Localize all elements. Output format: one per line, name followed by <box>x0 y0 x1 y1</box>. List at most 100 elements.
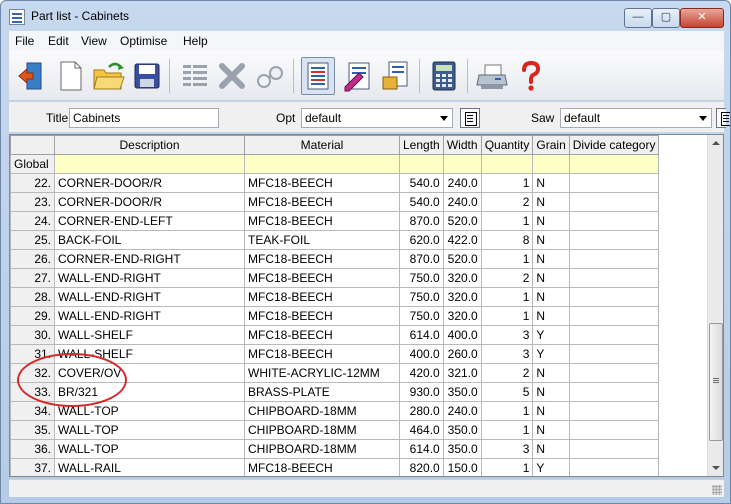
length-cell[interactable]: 870.0 <box>399 211 444 231</box>
material-cell[interactable]: MFC18-BEECH <box>244 249 400 269</box>
table-row[interactable]: 30. WALL-SHELF MFC18-BEECH 614.0 400.0 3 Y <box>10 325 660 345</box>
table-row[interactable]: 25. BACK-FOIL TEAK-FOIL 620.0 422.0 8 N <box>10 230 660 250</box>
quantity-cell[interactable]: 3 <box>480 344 534 364</box>
row-number-cell[interactable]: 23. <box>10 192 55 212</box>
row-number-cell[interactable]: 36. <box>10 439 55 459</box>
scroll-down-arrow-icon[interactable] <box>708 459 723 476</box>
table-row[interactable]: 36. WALL-TOP CHIPBOARD-18MM 614.0 350.0 3 N <box>10 439 660 459</box>
divide-category-cell[interactable] <box>568 173 660 193</box>
divide-category-cell[interactable] <box>568 325 660 345</box>
description-cell[interactable]: CORNER-END-LEFT <box>54 211 245 231</box>
new-button[interactable] <box>53 57 87 95</box>
length-cell[interactable]: 400.0 <box>399 344 444 364</box>
title-bar[interactable]: Part list - Cabinets — ▢ ✕ <box>1 1 730 31</box>
saw-select[interactable]: default <box>560 108 712 128</box>
opt-select[interactable]: default <box>301 108 453 128</box>
width-cell[interactable]: 260.0 <box>442 344 482 364</box>
divide-category-cell[interactable] <box>568 230 660 250</box>
width-cell[interactable]: 422.0 <box>442 230 482 250</box>
grain-cell[interactable]: N <box>532 439 570 459</box>
chevron-down-icon[interactable] <box>699 116 707 121</box>
quantity-cell[interactable]: 2 <box>480 268 534 288</box>
column-header-quantity[interactable]: Quantity <box>480 135 534 155</box>
material-cell[interactable]: MFC18-BEECH <box>244 344 400 364</box>
width-cell[interactable]: 350.0 <box>442 420 482 440</box>
width-cell[interactable]: 520.0 <box>442 211 482 231</box>
length-cell[interactable]: 540.0 <box>399 192 444 212</box>
length-cell[interactable]: 750.0 <box>399 287 444 307</box>
description-cell[interactable]: WALL-TOP <box>54 420 245 440</box>
row-number-cell[interactable]: 24. <box>10 211 55 231</box>
grain-cell[interactable]: N <box>532 249 570 269</box>
global-quantity-cell[interactable] <box>480 154 534 174</box>
description-cell[interactable]: CORNER-DOOR/R <box>54 192 245 212</box>
global-divide-cell[interactable] <box>568 154 660 174</box>
global-material-cell[interactable] <box>244 154 400 174</box>
grain-cell[interactable]: N <box>532 401 570 421</box>
description-cell[interactable]: CORNER-END-RIGHT <box>54 249 245 269</box>
column-header-divide-category[interactable]: Divide category <box>568 135 660 155</box>
divide-category-cell[interactable] <box>568 439 660 459</box>
material-cell[interactable]: MFC18-BEECH <box>244 173 400 193</box>
table-row[interactable]: 37. WALL-RAIL MFC18-BEECH 820.0 150.0 1 Y <box>10 458 660 476</box>
grain-cell[interactable]: N <box>532 230 570 250</box>
quantity-cell[interactable]: 1 <box>480 211 534 231</box>
divide-category-cell[interactable] <box>568 420 660 440</box>
length-cell[interactable]: 870.0 <box>399 249 444 269</box>
width-cell[interactable]: 400.0 <box>442 325 482 345</box>
divide-category-cell[interactable] <box>568 363 660 383</box>
divide-category-cell[interactable] <box>568 268 660 288</box>
open-button[interactable] <box>91 57 125 95</box>
quantity-cell[interactable]: 1 <box>480 287 534 307</box>
grain-cell[interactable]: Y <box>532 344 570 364</box>
divide-category-cell[interactable] <box>568 249 660 269</box>
description-cell[interactable]: BACK-FOIL <box>54 230 245 250</box>
grain-cell[interactable]: N <box>532 173 570 193</box>
table-row[interactable]: 22. CORNER-DOOR/R MFC18-BEECH 540.0 240.0 1 N <box>10 173 660 193</box>
width-cell[interactable]: 520.0 <box>442 249 482 269</box>
width-cell[interactable]: 240.0 <box>442 173 482 193</box>
table-row[interactable]: 23. CORNER-DOOR/R MFC18-BEECH 540.0 240.0 2 N <box>10 192 660 212</box>
length-cell[interactable]: 420.0 <box>399 363 444 383</box>
menu-help[interactable]: Help <box>183 34 208 48</box>
description-cell[interactable]: WALL-SHELF <box>54 344 245 364</box>
length-cell[interactable]: 750.0 <box>399 306 444 326</box>
quantity-cell[interactable]: 1 <box>480 458 534 476</box>
resize-grip-icon[interactable] <box>712 485 722 495</box>
global-length-cell[interactable] <box>399 154 444 174</box>
chevron-down-icon[interactable] <box>440 116 448 121</box>
table-row[interactable]: 26. CORNER-END-RIGHT MFC18-BEECH 870.0 520.0… <box>10 249 660 269</box>
menu-view[interactable]: View <box>81 34 107 48</box>
description-cell[interactable]: COVER/OV <box>54 363 245 383</box>
minimize-button[interactable]: — <box>624 8 652 28</box>
divide-category-cell[interactable] <box>568 192 660 212</box>
grain-cell[interactable]: N <box>532 211 570 231</box>
description-cell[interactable]: WALL-SHELF <box>54 325 245 345</box>
column-header-grain[interactable]: Grain <box>532 135 570 155</box>
row-number-cell[interactable]: 37. <box>10 458 55 476</box>
description-cell[interactable]: WALL-END-RIGHT <box>54 287 245 307</box>
global-width-cell[interactable] <box>442 154 482 174</box>
length-cell[interactable]: 540.0 <box>399 173 444 193</box>
row-number-cell[interactable]: 27. <box>10 268 55 288</box>
vertical-scrollbar[interactable] <box>707 135 723 476</box>
divide-category-cell[interactable] <box>568 287 660 307</box>
quantity-cell[interactable]: 1 <box>480 173 534 193</box>
delete-button[interactable] <box>215 57 249 95</box>
divide-category-cell[interactable] <box>568 401 660 421</box>
global-grain-cell[interactable] <box>532 154 570 174</box>
print-button[interactable] <box>475 57 509 95</box>
description-cell[interactable]: WALL-END-RIGHT <box>54 306 245 326</box>
quantity-cell[interactable]: 3 <box>480 325 534 345</box>
row-number-cell[interactable]: 32. <box>10 363 55 383</box>
width-cell[interactable]: 350.0 <box>442 439 482 459</box>
column-header-length[interactable]: Length <box>399 135 444 155</box>
quantity-cell[interactable]: 5 <box>480 382 534 402</box>
row-number-cell[interactable]: 28. <box>10 287 55 307</box>
material-cell[interactable]: MFC18-BEECH <box>244 287 400 307</box>
width-cell[interactable]: 240.0 <box>442 192 482 212</box>
material-cell[interactable]: BRASS-PLATE <box>244 382 400 402</box>
grain-cell[interactable]: N <box>532 363 570 383</box>
table-row[interactable]: 29. WALL-END-RIGHT MFC18-BEECH 750.0 320.0 1 N <box>10 306 660 326</box>
divide-category-cell[interactable] <box>568 458 660 476</box>
